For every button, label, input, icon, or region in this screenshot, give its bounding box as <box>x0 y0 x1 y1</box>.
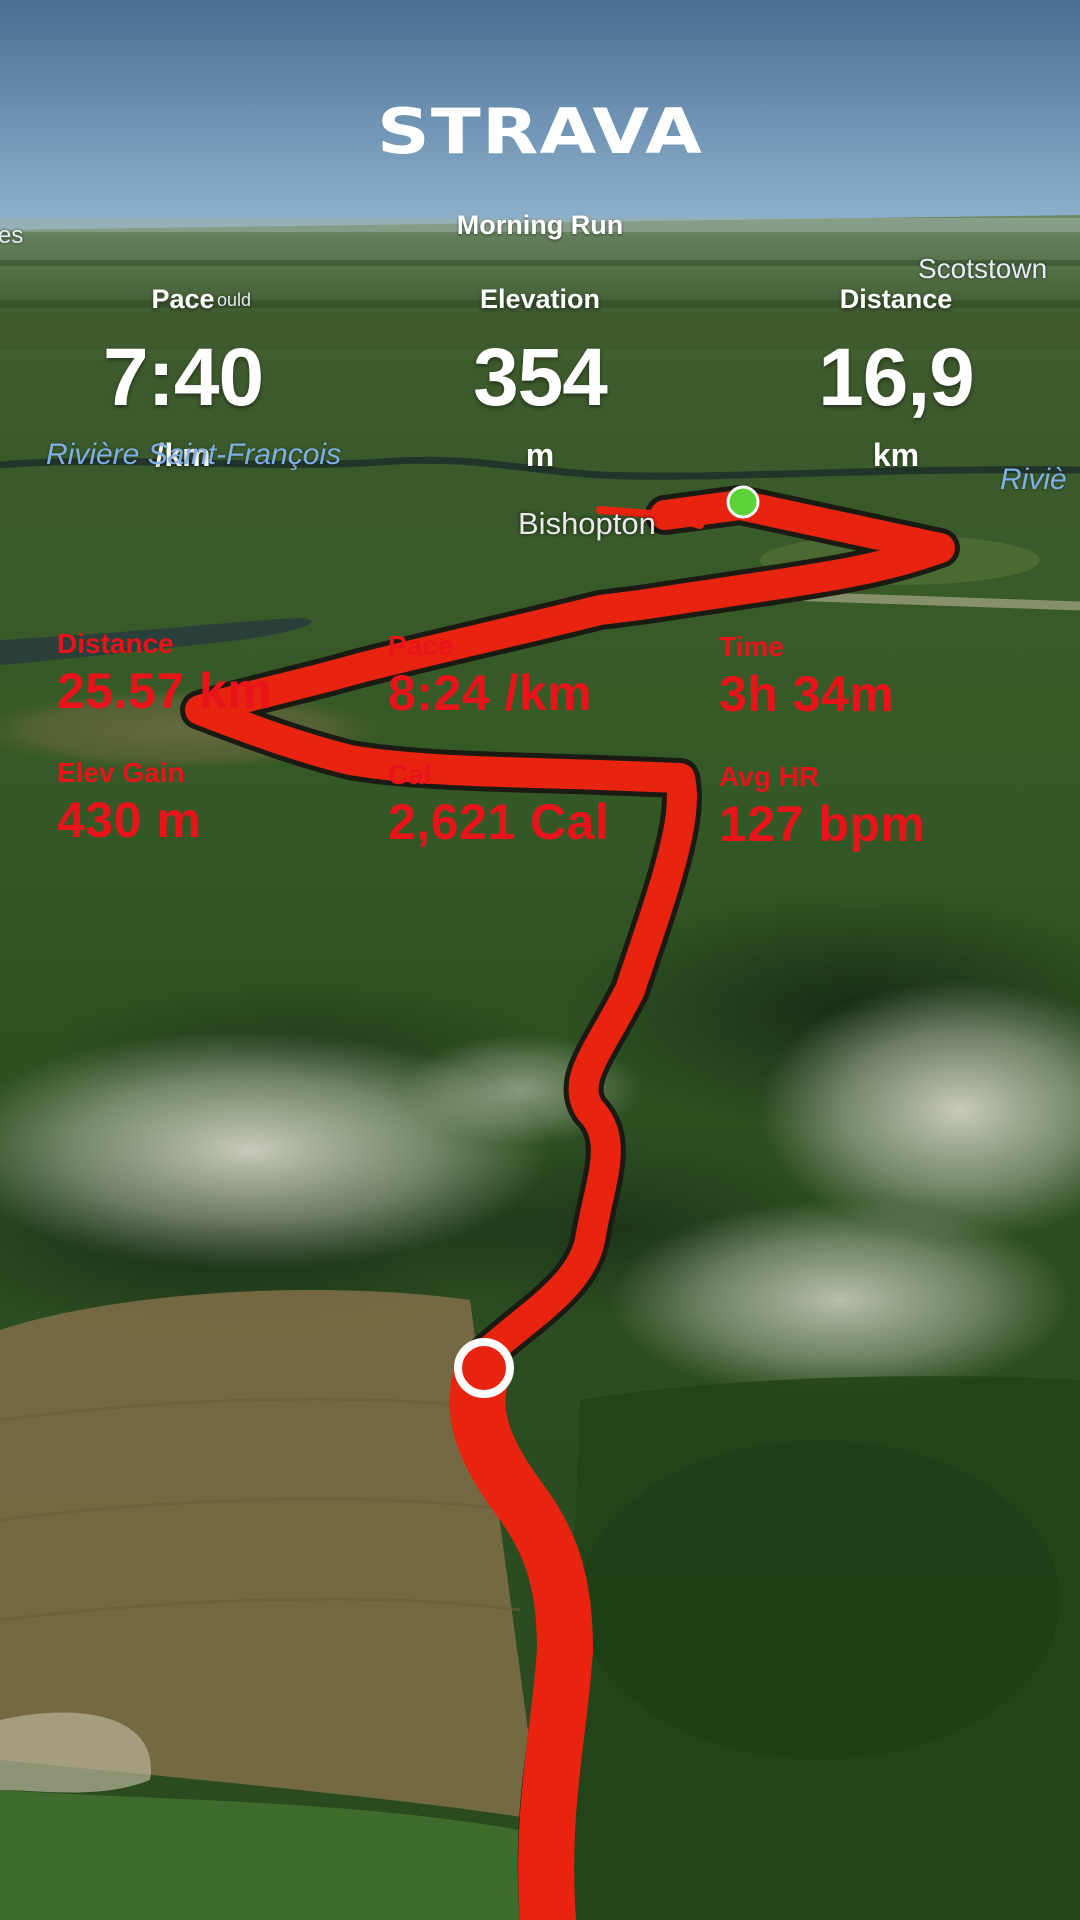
activity-title: Morning Run <box>456 210 624 240</box>
overlay-stat-label: Elev Gain <box>57 757 185 788</box>
current-position-marker <box>454 1338 514 1398</box>
map-label-ould: ould <box>217 290 252 310</box>
stat-label: Distance <box>839 284 953 314</box>
stat-value: 354 <box>473 332 608 423</box>
map-label-edge: es <box>0 222 24 249</box>
overlay-stat-pace: Pace 8:24 /km <box>388 630 592 722</box>
overlay-stat-avg-hr: Avg HR 127 bpm <box>719 761 925 853</box>
overlay-stat-calories: Cal 2,621 Cal <box>388 759 609 851</box>
overlay-stat-value: 8:24 /km <box>388 665 593 721</box>
overlay-stat-value: 25.57 km <box>57 663 273 719</box>
map-label-riviere-saint-francois: Rivière Saint-François <box>46 438 342 471</box>
stat-elevation: Elevation 354 m <box>390 284 690 474</box>
start-marker <box>726 485 760 519</box>
overlay-stat-value: 2,621 Cal <box>388 794 610 850</box>
map-label-bishopton: Bishopton <box>518 506 656 541</box>
overlay-stat-label: Pace <box>388 630 454 661</box>
map-label-scotstown: Scotstown <box>918 253 1048 284</box>
stat-label: Elevation <box>479 284 601 314</box>
overlay-stat-label: Cal <box>388 759 432 790</box>
stat-distance: Distance 16,9 km <box>746 284 1046 474</box>
overlay-stat-distance: Distance 25.57 km <box>57 628 272 720</box>
stat-value: 7:40 <box>102 332 264 423</box>
overlay-stat-elev-gain: Elev Gain 430 m <box>57 757 201 849</box>
map-label-riviere-right: Riviè <box>1000 463 1067 496</box>
overlay-stat-time: Time 3h 34m <box>719 631 894 723</box>
strava-logo: STRAVA <box>377 95 703 168</box>
overlay-stat-value: 430 m <box>57 792 202 848</box>
stat-value: 16,9 <box>818 332 975 423</box>
stat-unit: m <box>525 437 555 473</box>
overlay-stat-label: Time <box>719 631 784 662</box>
overlay-stat-label: Avg HR <box>719 761 820 792</box>
stat-label: Pace <box>151 284 215 314</box>
overlay-stat-label: Distance <box>57 628 174 659</box>
overlay-stat-value: 3h 34m <box>719 666 895 722</box>
overlay-stat-value: 127 bpm <box>719 796 926 852</box>
